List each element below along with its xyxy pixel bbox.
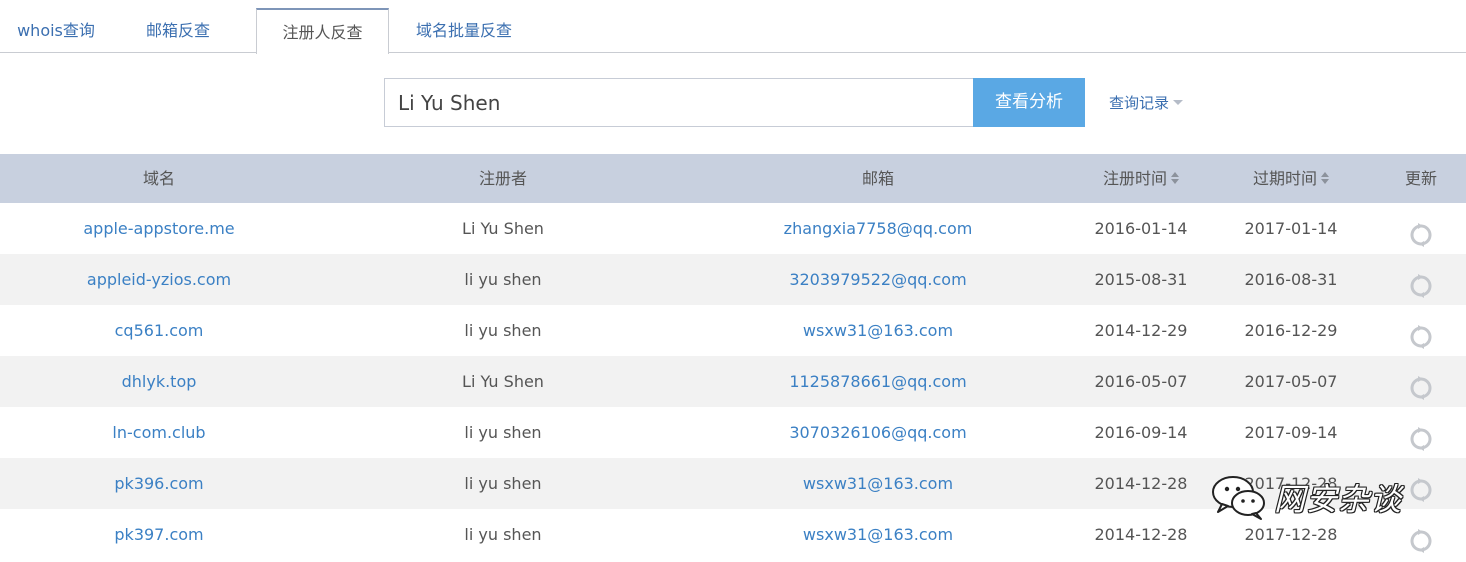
email-link[interactable]: zhangxia7758@qq.com [738, 203, 1018, 254]
registrant-cell: Li Yu Shen [462, 372, 544, 391]
sort-icon[interactable] [1171, 172, 1179, 184]
query-history-dropdown[interactable]: 查询记录 [1109, 92, 1184, 113]
tab-registrant-reverse[interactable]: 注册人反查 [256, 8, 389, 54]
registration-date-cell: 2015-08-31 [1094, 270, 1188, 289]
registrant-cell: Li Yu Shen [462, 219, 544, 238]
email-link[interactable]: wsxw31@163.com [738, 509, 1018, 560]
table-header: 域名 注册者 邮箱 注册时间 过期时间 更新 [0, 154, 1466, 203]
header-registrant[interactable]: 注册者 [403, 154, 603, 203]
email-link[interactable]: 1125878661@qq.com [738, 356, 1018, 407]
table-row: apple-appstore.me Li Yu Shen zhangxia7758@… [0, 203, 1466, 254]
expiration-date-cell: 2017-09-14 [1244, 423, 1338, 442]
table-row: cq561.com li yu shen wsxw31@163.com 2014-12… [0, 305, 1466, 356]
domain-link[interactable]: ln-com.club [59, 407, 259, 458]
registrant-cell: li yu shen [464, 474, 542, 493]
domain-link[interactable]: pk397.com [59, 509, 259, 560]
refresh-icon[interactable] [1409, 318, 1433, 349]
refresh-icon[interactable] [1409, 420, 1433, 451]
watermark-text: 网安杂谈 [1274, 482, 1402, 518]
registration-date-cell: 2014-12-28 [1094, 525, 1188, 544]
header-expiration-date[interactable]: 过期时间 [1226, 154, 1356, 203]
refresh-icon[interactable] [1409, 216, 1433, 247]
table-row: ln-com.club li yu shen 3070326106@qq.com 20… [0, 407, 1466, 458]
registrant-cell: li yu shen [464, 525, 542, 544]
domain-link[interactable]: cq561.com [59, 305, 259, 356]
refresh-cell [1396, 356, 1446, 407]
tab-batch-domain-reverse[interactable]: 域名批量反查 [400, 8, 528, 53]
refresh-cell [1396, 305, 1446, 356]
analyze-button[interactable]: 查看分析 [973, 78, 1085, 127]
refresh-cell [1396, 254, 1446, 305]
table-row: dhlyk.top Li Yu Shen 1125878661@qq.com 2016… [0, 356, 1466, 407]
refresh-icon[interactable] [1409, 267, 1433, 298]
registration-date-cell: 2016-05-07 [1094, 372, 1188, 391]
header-domain[interactable]: 域名 [59, 154, 259, 203]
tab-email-reverse[interactable]: 邮箱反查 [130, 8, 226, 53]
expiration-date-cell: 2016-08-31 [1244, 270, 1338, 289]
header-registration-date-label: 注册时间 [1102, 169, 1167, 188]
tab-bar: whois查询 邮箱反查 注册人反查 域名批量反查 [0, 0, 1466, 54]
header-registration-date[interactable]: 注册时间 [1076, 154, 1206, 203]
sort-icon[interactable] [1321, 172, 1329, 184]
registration-date-cell: 2016-09-14 [1094, 423, 1188, 442]
tab-whois[interactable]: whois查询 [0, 8, 112, 53]
domain-link[interactable]: pk396.com [59, 458, 259, 509]
expiration-date-cell: 2016-12-29 [1244, 321, 1338, 340]
wechat-watermark: 网安杂谈 [1208, 472, 1458, 522]
registration-date-cell: 2014-12-29 [1094, 321, 1188, 340]
refresh-icon[interactable] [1409, 522, 1433, 553]
expiration-date-cell: 2017-05-07 [1244, 372, 1338, 391]
header-refresh: 更新 [1404, 169, 1437, 188]
email-link[interactable]: wsxw31@163.com [738, 305, 1018, 356]
email-link[interactable]: wsxw31@163.com [738, 458, 1018, 509]
registrant-cell: li yu shen [464, 321, 542, 340]
query-history-label: 查询记录 [1109, 94, 1170, 112]
email-link[interactable]: 3203979522@qq.com [738, 254, 1018, 305]
domain-link[interactable]: dhlyk.top [59, 356, 259, 407]
registration-date-cell: 2016-01-14 [1094, 219, 1188, 238]
header-email[interactable]: 邮箱 [738, 154, 1018, 203]
registrant-cell: li yu shen [464, 423, 542, 442]
registration-date-cell: 2014-12-28 [1094, 474, 1188, 493]
domain-link[interactable]: apple-appstore.me [59, 203, 259, 254]
refresh-icon[interactable] [1409, 369, 1433, 400]
domain-link[interactable]: appleid-yzios.com [59, 254, 259, 305]
table-row: appleid-yzios.com li yu shen 3203979522@qq… [0, 254, 1466, 305]
refresh-cell [1396, 407, 1446, 458]
expiration-date-cell: 2017-01-14 [1244, 219, 1338, 238]
wechat-icon [1212, 476, 1265, 520]
email-link[interactable]: 3070326106@qq.com [738, 407, 1018, 458]
refresh-cell [1396, 203, 1446, 254]
caret-down-icon [1173, 99, 1184, 105]
header-expiration-date-label: 过期时间 [1252, 169, 1317, 188]
registrant-cell: li yu shen [464, 270, 542, 289]
search-input[interactable] [384, 78, 974, 127]
